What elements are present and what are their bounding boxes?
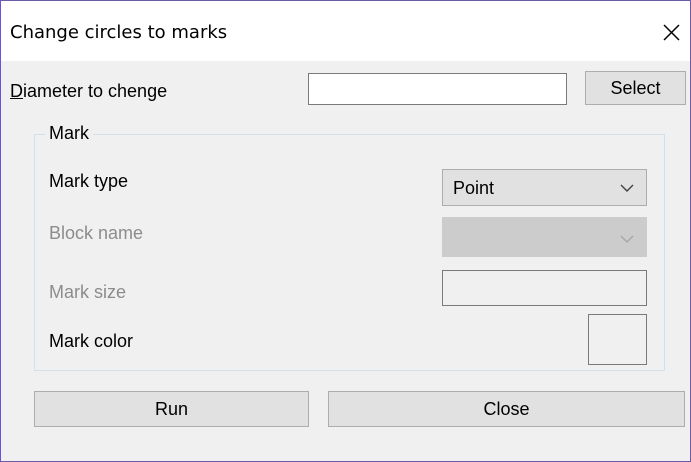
window-title: Change circles to marks [10,22,228,43]
run-button[interactable]: Run [34,391,309,427]
diameter-input[interactable] [308,73,567,105]
mark-group-title: Mark [45,122,93,144]
mark-color-label: Mark color [49,331,134,351]
block-name-label: Block name [49,223,144,243]
diameter-label-text: iameter to chenge [23,81,168,101]
mark-size-label: Mark size [49,282,127,302]
close-button[interactable]: Close [328,391,685,427]
mark-color-swatch[interactable] [588,314,647,365]
block-name-dropdown[interactable] [442,217,647,257]
chevron-down-icon [620,235,634,243]
close-icon [663,24,680,41]
mark-size-input[interactable] [442,270,647,306]
diameter-label-mnemonic: D [10,81,23,101]
select-button[interactable]: Select [585,71,686,105]
mark-type-label: Mark type [49,171,129,191]
mark-type-dropdown[interactable]: Point [442,169,647,206]
close-window-button[interactable] [652,15,690,51]
chevron-down-icon [620,184,634,192]
mark-type-value: Point [453,178,495,198]
title-bar: Change circles to marks [1,1,690,61]
diameter-label: Diameter to chenge [10,80,167,102]
dialog-window: Change circles to marks Diameter to chen… [0,0,691,462]
